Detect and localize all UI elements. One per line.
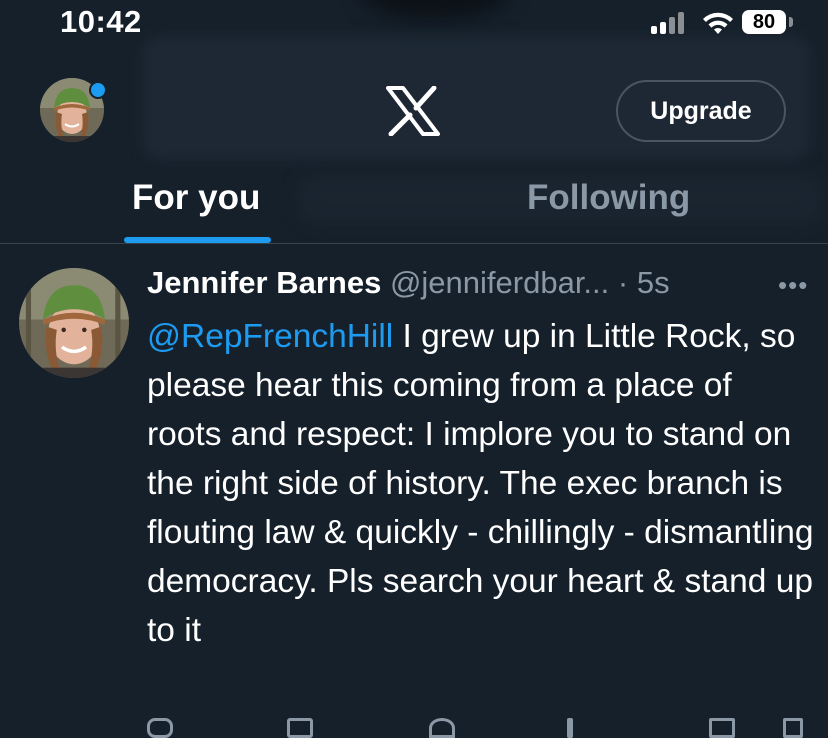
share-icon[interactable] [783, 718, 803, 738]
status-time: 10:42 [60, 4, 142, 39]
tab-for-you[interactable]: For you [132, 178, 260, 218]
views-icon[interactable] [567, 718, 573, 738]
tweet-header: Jennifer Barnes @jenniferdbar... · 5s [147, 265, 817, 307]
status-bar: 10:42 80 [0, 0, 828, 50]
tab-following[interactable]: Following [527, 178, 690, 218]
wifi-icon [703, 12, 733, 34]
notification-dot [89, 81, 107, 99]
reply-icon[interactable] [147, 718, 173, 738]
tweet-timestamp[interactable]: 5s [637, 265, 670, 300]
battery-nub [789, 17, 793, 27]
battery-icon: 80 [742, 10, 786, 34]
x-logo-icon[interactable] [386, 86, 440, 136]
bookmark-icon[interactable] [709, 718, 735, 738]
tweet-separator: · [609, 265, 637, 300]
tweet-author-handle[interactable]: @jenniferdbar... [390, 265, 609, 300]
tweet-author-name[interactable]: Jennifer Barnes [147, 265, 381, 300]
tweet-avatar[interactable] [19, 268, 129, 378]
retweet-icon[interactable] [287, 718, 313, 738]
tabs-divider [0, 243, 828, 244]
signal-icon [651, 12, 691, 34]
tweet-actions [147, 712, 815, 738]
tweet-text: @RepFrenchHill I grew up in Little Rock,… [147, 312, 815, 655]
tweet-mention-link[interactable]: @RepFrenchHill [147, 318, 393, 355]
more-icon[interactable]: ••• [778, 270, 808, 300]
tweet-text-body: I grew up in Little Rock, so please hear… [147, 318, 814, 649]
upgrade-button[interactable]: Upgrade [616, 80, 786, 142]
like-icon[interactable] [429, 718, 455, 738]
tweet-avatar-image [19, 268, 129, 378]
